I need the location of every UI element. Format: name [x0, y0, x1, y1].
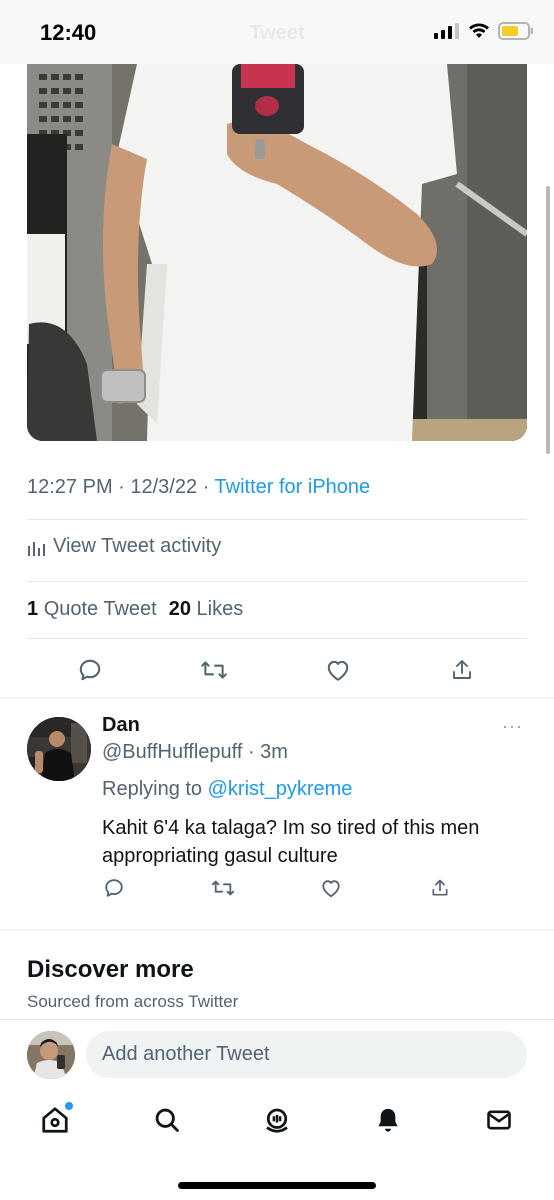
- notifications-icon: [378, 1108, 398, 1132]
- signal-icon: [434, 23, 459, 39]
- like-icon: [327, 660, 349, 681]
- retweet-icon: [201, 661, 227, 679]
- status-bar: Tweet 12:40: [0, 0, 554, 64]
- reply-button[interactable]: [70, 650, 110, 690]
- reply-text: Kahit 6'4 ka talaga? Im so tired of this…: [102, 817, 480, 867]
- add-tweet-input[interactable]: Add another Tweet: [86, 1031, 527, 1078]
- tweet-stats: 1 Quote Tweet 20 Likes: [27, 598, 243, 621]
- replying-to-prefix: Replying to: [102, 778, 208, 800]
- notification-dot: [65, 1102, 73, 1110]
- reply-author-handle: @BuffHufflepuff · 3m: [102, 741, 288, 763]
- reply-author-name[interactable]: Dan: [102, 714, 140, 737]
- tweet-datetime: 12:27 PM · 12/3/22 ·: [27, 476, 215, 498]
- divider: [27, 581, 527, 582]
- tab-spaces[interactable]: [255, 1098, 299, 1142]
- reply-share-button[interactable]: [420, 868, 460, 908]
- tweet-source-link[interactable]: Twitter for iPhone: [215, 476, 371, 498]
- like-icon: [322, 880, 340, 898]
- view-tweet-activity[interactable]: View Tweet activity: [27, 535, 221, 558]
- retweet-button[interactable]: [194, 650, 234, 690]
- replying-to-mention[interactable]: @krist_pykreme: [208, 778, 353, 800]
- search-icon: [155, 1108, 179, 1132]
- divider: [0, 1019, 554, 1020]
- section-separator: [0, 929, 554, 931]
- section-separator: [0, 697, 554, 699]
- analytics-icon: [28, 541, 45, 556]
- home-icon: [42, 1107, 68, 1133]
- share-icon: [453, 660, 471, 679]
- discover-more-subtitle: Sourced from across Twitter: [27, 992, 239, 1011]
- scrollbar[interactable]: [546, 186, 550, 454]
- avatar[interactable]: [27, 717, 91, 781]
- tweet-photo[interactable]: [27, 64, 527, 441]
- battery-icon: [498, 22, 533, 40]
- tab-search[interactable]: [145, 1098, 189, 1142]
- elevator-selfie-image: [27, 64, 527, 441]
- likes-stat[interactable]: 20 Likes: [169, 598, 244, 621]
- reply-reply-button[interactable]: [94, 868, 134, 908]
- home-indicator[interactable]: [178, 1182, 376, 1189]
- view-tweet-activity-label: View Tweet activity: [53, 535, 222, 557]
- avatar-image: [27, 717, 91, 781]
- messages-icon: [487, 1110, 511, 1130]
- like-count: 20: [168, 598, 191, 620]
- likes-label: Likes: [196, 598, 244, 620]
- reply-icon: [105, 879, 123, 897]
- tab-home[interactable]: [33, 1098, 77, 1142]
- wifi-icon: [469, 23, 489, 38]
- tab-messages[interactable]: [477, 1098, 521, 1142]
- composer-avatar-image: [27, 1031, 75, 1079]
- bottom-tab-bar: [0, 1090, 554, 1160]
- composer-avatar[interactable]: [27, 1031, 75, 1079]
- more-options-button[interactable]: ···: [502, 716, 523, 737]
- discover-more-heading: Discover more: [27, 956, 194, 983]
- share-icon: [432, 879, 448, 896]
- retweet-icon: [212, 880, 234, 896]
- status-time: 12:40: [40, 20, 97, 45]
- reply-retweet-button[interactable]: [203, 868, 243, 908]
- divider: [27, 519, 527, 520]
- quote-label: Quote Tweet: [43, 598, 157, 620]
- spaces-icon: [266, 1108, 288, 1133]
- quote-tweets-stat[interactable]: 1 Quote Tweet: [27, 598, 157, 621]
- reply-like-button[interactable]: [311, 868, 351, 908]
- like-button[interactable]: [318, 650, 358, 690]
- status-icons: [434, 22, 534, 40]
- reply-icon: [79, 659, 101, 681]
- tweet-timestamp: 12:27 PM · 12/3/22 · Twitter for iPhone: [27, 476, 370, 499]
- replying-to: Replying to @krist_pykreme: [102, 778, 352, 801]
- quote-count: 1: [27, 598, 39, 620]
- share-button[interactable]: [442, 650, 482, 690]
- divider: [27, 638, 527, 639]
- tab-notifications[interactable]: [366, 1098, 410, 1142]
